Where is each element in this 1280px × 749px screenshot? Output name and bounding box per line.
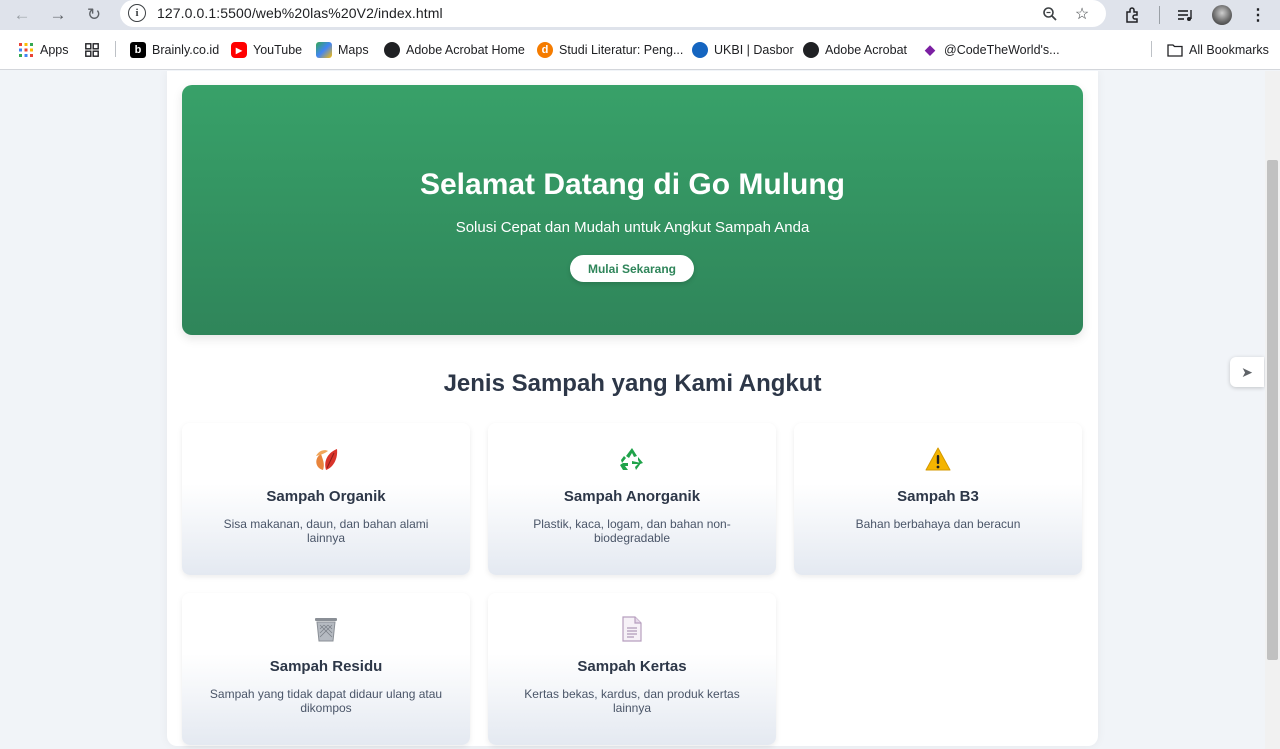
card-description: Plastik, kaca, logam, dan bahan non-biod… (533, 517, 731, 545)
card-sampah-residu[interactable]: Sampah Residu Sampah yang tidak dapat di… (182, 593, 470, 745)
hero-subtitle: Solusi Cepat dan Mudah untuk Angkut Samp… (455, 219, 810, 236)
globe-icon (384, 42, 400, 58)
bookmark-label: Adobe Acrobat Home (406, 43, 525, 57)
card-sampah-anorganik[interactable]: Sampah Anorganik Plastik, kaca, logam, d… (488, 423, 776, 575)
extensions-icon[interactable] (1121, 3, 1145, 27)
maps-icon (316, 42, 332, 58)
main-container: Selamat Datang di Go Mulung Solusi Cepat… (167, 71, 1098, 746)
warning-icon (794, 445, 1082, 473)
ukbi-icon (692, 42, 708, 58)
rocket-icon: ➤ (1241, 363, 1253, 380)
card-title: Sampah Organik (266, 488, 386, 505)
card-sampah-organik[interactable]: Sampah Organik Sisa makanan, daun, dan b… (182, 423, 470, 575)
bookmark-studi-literatur[interactable]: d Studi Literatur: Peng... (537, 41, 683, 59)
bookmark-label: @CodeTheWorld's... (944, 43, 1060, 57)
card-description: Sampah yang tidak dapat didaur ulang ata… (209, 687, 443, 715)
card-title: Sampah B3 (897, 488, 979, 505)
bookmark-apps[interactable]: Apps (18, 41, 69, 59)
url-text[interactable]: 127.0.0.1:5500/web%20las%20V2/index.html (157, 5, 443, 21)
bookmark-adobe-acrobat[interactable]: Adobe Acrobat (803, 41, 907, 59)
tab-groups-button[interactable] (84, 41, 106, 59)
leaves-icon (182, 445, 470, 473)
site-info-icon[interactable]: i (128, 4, 146, 22)
card-title: Sampah Kertas (577, 658, 687, 675)
card-description: Sisa makanan, daun, dan bahan alami lain… (223, 517, 429, 545)
scrollbar-thumb[interactable] (1267, 160, 1278, 660)
bookmark-ukbi[interactable]: UKBI | Dasbor (692, 41, 794, 59)
globe-icon (803, 42, 819, 58)
trash-bin-icon (182, 615, 470, 643)
bookmark-youtube[interactable]: ▶ YouTube (231, 41, 302, 59)
address-bar[interactable]: i 127.0.0.1:5500/web%20las%20V2/index.ht… (120, 0, 1106, 27)
tab-groups-icon (84, 42, 100, 58)
bookmark-label: Maps (338, 43, 369, 57)
media-control-icon[interactable] (1173, 3, 1197, 27)
recycle-icon (488, 445, 776, 473)
profile-avatar[interactable] (1210, 3, 1234, 27)
bookmark-star-icon[interactable]: ☆ (1070, 2, 1094, 26)
bookmark-brainly[interactable]: b Brainly.co.id (130, 41, 219, 59)
hero-title: Selamat Datang di Go Mulung (419, 168, 846, 201)
zoom-icon[interactable] (1038, 2, 1062, 26)
all-bookmarks-button[interactable]: All Bookmarks (1167, 41, 1269, 59)
brainly-icon: b (130, 42, 146, 58)
bookmark-label: Brainly.co.id (152, 43, 220, 57)
hero-banner: Selamat Datang di Go Mulung Solusi Cepat… (182, 85, 1083, 335)
forward-arrow-icon[interactable]: → (46, 3, 70, 27)
start-now-button[interactable]: Mulai Sekarang (570, 255, 694, 282)
floating-rocket-button[interactable]: ➤ (1230, 357, 1264, 387)
bookmark-label: Studi Literatur: Peng... (559, 43, 684, 57)
bookmark-label: Apps (40, 43, 69, 57)
bookmark-divider (1151, 41, 1152, 57)
card-description: Kertas bekas, kardus, dan produk kertas … (524, 687, 740, 715)
card-title: Sampah Residu (269, 658, 383, 675)
reload-icon[interactable]: ↻ (82, 3, 106, 27)
toolbar-divider (1159, 6, 1160, 24)
back-arrow-icon[interactable]: ← (10, 3, 34, 27)
page-viewport: Selamat Datang di Go Mulung Solusi Cepat… (0, 71, 1265, 749)
bookmark-label: YouTube (253, 43, 303, 57)
all-bookmarks-label: All Bookmarks (1189, 43, 1269, 57)
card-title: Sampah Anorganik (563, 488, 701, 505)
section-title: Jenis Sampah yang Kami Angkut (443, 370, 822, 397)
browser-toolbar: ← → ↻ i 127.0.0.1:5500/web%20las%20V2/in… (0, 0, 1280, 30)
card-description: Bahan berbahaya dan beracun (855, 517, 1021, 531)
bookmark-adobe-acrobat-home[interactable]: Adobe Acrobat Home (384, 41, 525, 59)
code-icon: ◆ (925, 42, 935, 57)
apps-grid-icon (18, 42, 34, 58)
bookmark-maps[interactable]: Maps (316, 41, 369, 59)
card-sampah-kertas[interactable]: Sampah Kertas Kertas bekas, kardus, dan … (488, 593, 776, 745)
bookmark-divider (115, 41, 116, 57)
youtube-icon: ▶ (231, 42, 247, 58)
bookmark-label: Adobe Acrobat (825, 43, 908, 57)
menu-kebab-icon[interactable]: ⋮ (1246, 3, 1270, 27)
studi-icon: d (537, 42, 553, 58)
document-icon (488, 615, 776, 643)
bookmarks-bar: Apps b Brainly.co.id ▶ YouTube Maps Adob… (0, 30, 1280, 70)
bookmark-label: UKBI | Dasbor (714, 43, 794, 57)
folder-icon (1167, 42, 1183, 58)
bookmark-codetheworld[interactable]: ◆ @CodeTheWorld's... (922, 41, 1060, 59)
card-sampah-b3[interactable]: Sampah B3 Bahan berbahaya dan beracun (794, 423, 1082, 575)
